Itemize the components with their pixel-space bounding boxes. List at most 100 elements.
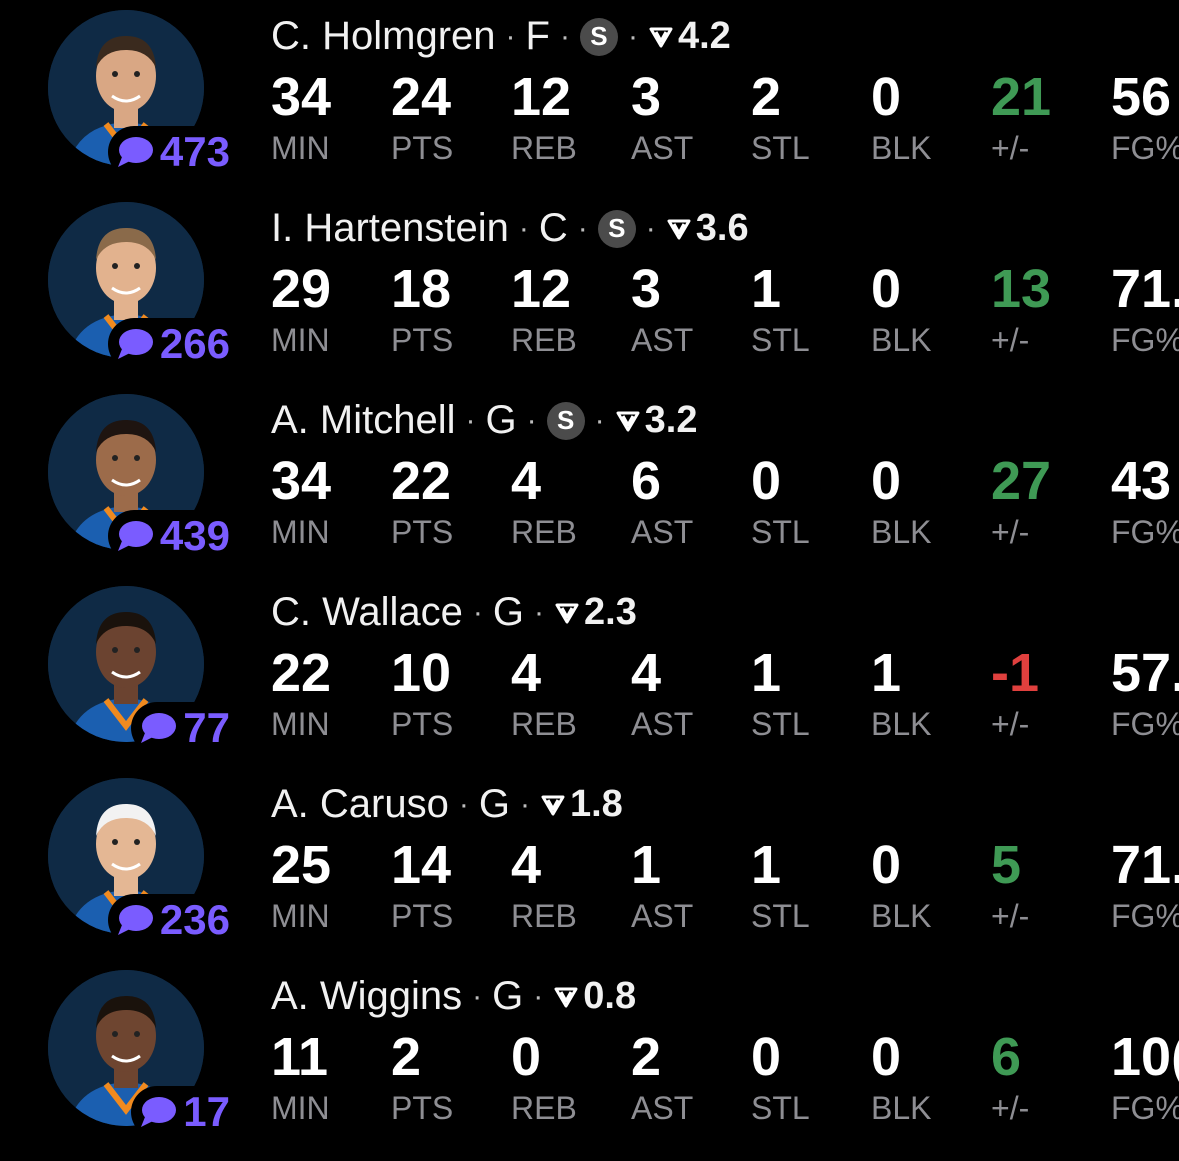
player-row[interactable]: 236 A. Caruso · G · 1.8 25 MIN 14 PTS 4 REB 1 AS… [0,768,1179,960]
player-header[interactable]: I. Hartenstein · C · S · 3.6 [271,206,749,251]
stat-label: REB [511,322,577,358]
stat-label: +/- [991,130,1030,166]
stat-value-min: 11 [271,1027,329,1087]
stat-value-stl: 0 [751,1027,782,1087]
separator-dot: · [458,787,469,821]
comments-count: 17 [183,1088,230,1135]
stat-label: REB [511,514,577,550]
stat-value-ast: 1 [631,835,662,895]
stat-value-blk: 0 [871,1027,902,1087]
separator-dot: · [645,211,656,245]
stat-value-ast: 6 [631,451,662,511]
separator-dot: · [533,979,544,1013]
comments-badge[interactable]: 77 [131,702,234,754]
comments-badge[interactable]: 17 [131,1086,234,1138]
stat-label: PTS [391,514,454,550]
stat-label: FG% [1111,898,1179,934]
separator-dot: · [627,19,638,53]
comment-bubble-icon [141,1097,177,1127]
stat-value-pts: 2 [391,1027,422,1087]
stat-value-blk: 0 [871,451,902,511]
stat-value-min: 34 [271,67,332,127]
stat-label: MIN [271,898,330,934]
player-header[interactable]: A. Mitchell · G · S · 3.2 [271,398,697,443]
stat-label: PTS [391,898,454,934]
player-row[interactable]: 17 A. Wiggins · G · 0.8 11 MIN 2 PTS 0 REB 2 AST… [0,960,1179,1152]
player-row[interactable]: 439 A. Mitchell · G · S · 3.2 34 MIN 22 PTS 4 R… [0,384,1179,576]
separator-dot: · [465,403,476,437]
separator-dot: · [519,787,530,821]
player-row[interactable]: 77 C. Wallace · G · 2.3 22 MIN 10 PTS 4 REB 4 AS… [0,576,1179,768]
stat-value-reb: 0 [511,1027,542,1087]
stat-value-reb: 4 [511,643,542,703]
stat-value-blk: 0 [871,835,902,895]
stat-label: STL [751,898,810,934]
stat-value-min: 22 [271,643,332,703]
player-header[interactable]: A. Caruso · G · 1.8 [271,782,623,827]
stat-label: BLK [871,1090,932,1126]
stat-value-pts: 22 [391,451,452,511]
stat-value-ast: 3 [631,67,662,127]
stat-label: +/- [991,898,1030,934]
separator-dot: · [472,595,483,629]
stat-value-pts: 14 [391,835,452,895]
player-header[interactable]: A. Wiggins · G · 0.8 [271,974,636,1019]
stat-label: STL [751,130,810,166]
stat-label: FG% [1111,514,1179,550]
player-rating: 0.8 [553,975,636,1018]
stat-value-plus-minus: 13 [991,259,1052,319]
stat-label: REB [511,1090,577,1126]
rating-value: 1.8 [569,783,623,825]
comments-badge[interactable]: 473 [107,126,234,178]
comments-count: 77 [183,704,230,751]
stat-label: MIN [271,706,330,742]
rating-value: 3.6 [695,207,749,249]
stat-label: +/- [991,322,1030,358]
stat-value-reb: 12 [511,259,572,319]
stat-label: AST [631,1090,694,1126]
comment-bubble-icon [117,329,153,359]
stat-value-plus-minus: 27 [991,451,1052,511]
separator-dot: · [577,211,588,245]
stat-label: FG% [1111,706,1179,742]
player-name: A. Caruso [271,782,449,826]
rating-value: 0.8 [583,975,637,1017]
stat-value-pts: 18 [391,259,452,319]
comments-badge[interactable]: 236 [107,894,234,946]
rating-arrow-icon [649,27,673,47]
player-name: C. Holmgren [271,14,496,58]
stat-label: FG% [1111,130,1179,166]
stat-value-blk: 1 [871,643,902,703]
stat-value-fg-pct: 71. [1111,835,1179,895]
player-row[interactable]: 266 I. Hartenstein · C · S · 3.6 29 MIN 18 PT… [0,192,1179,384]
rating-value: 4.2 [677,15,731,57]
stat-label: PTS [391,322,454,358]
player-header[interactable]: C. Wallace · G · 2.3 [271,590,637,635]
stat-label: +/- [991,514,1030,550]
comment-bubble-icon [117,521,153,551]
stat-label: PTS [391,1090,454,1126]
rating-arrow-icon [667,219,691,239]
stat-label: +/- [991,1090,1030,1126]
starter-badge: S [597,209,636,248]
stat-value-fg-pct: 56 [1111,67,1172,127]
comments-count: 266 [159,320,230,367]
separator-dot: · [526,403,537,437]
stat-value-ast: 3 [631,259,662,319]
rating-value: 2.3 [584,591,637,633]
comments-badge[interactable]: 439 [107,510,234,562]
player-header[interactable]: C. Holmgren · F · S · 4.2 [271,14,731,59]
comments-badge[interactable]: 266 [107,318,234,370]
stat-label: PTS [391,130,454,166]
player-rating: 4.2 [648,15,731,58]
player-rating: 3.6 [666,207,749,250]
stat-value-pts: 10 [391,643,452,703]
stat-label: BLK [871,706,932,742]
stat-value-reb: 12 [511,67,572,127]
stat-value-blk: 0 [871,259,902,319]
separator-dot: · [472,979,483,1013]
stat-label: STL [751,322,810,358]
stat-value-reb: 4 [511,835,542,895]
player-row[interactable]: 473 C. Holmgren · F · S · 4.2 34 MIN 24 PTS 12… [0,0,1179,192]
rating-value: 3.2 [644,399,698,441]
